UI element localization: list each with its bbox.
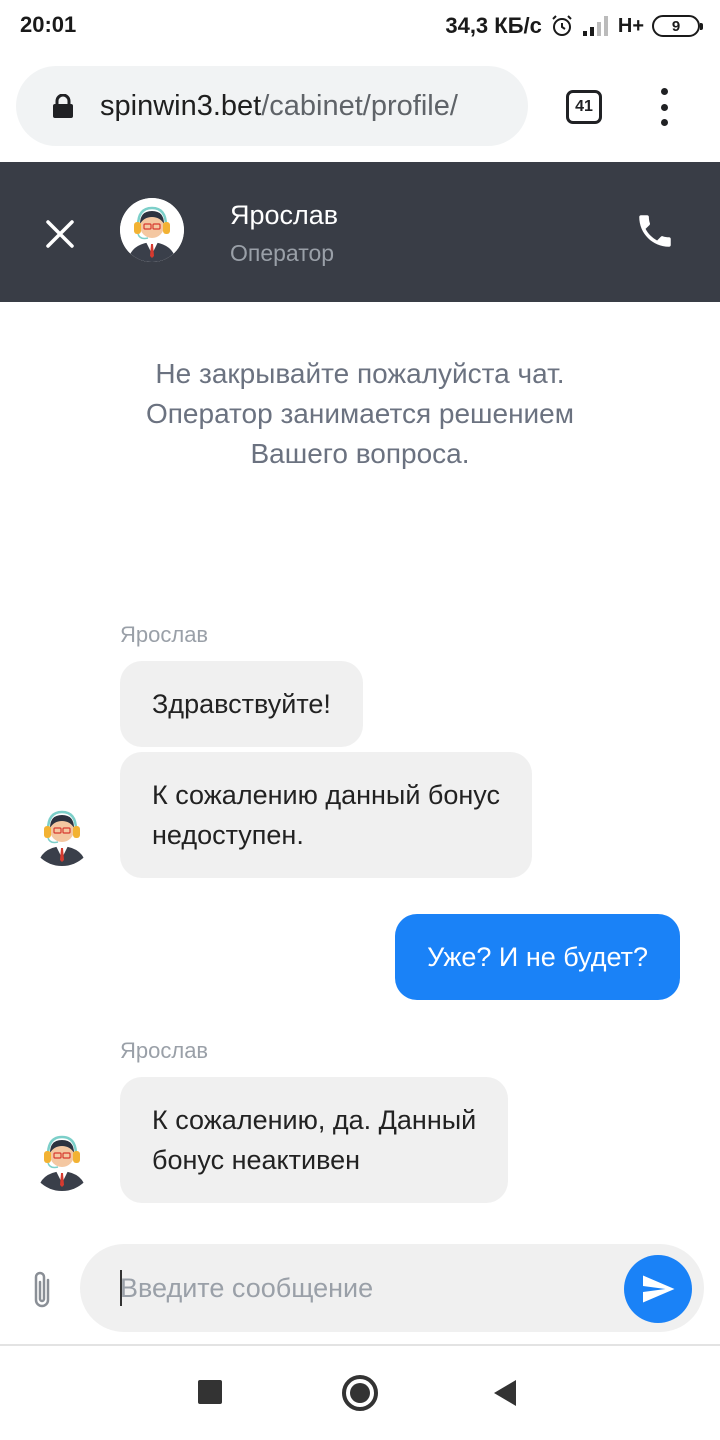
lock-icon (53, 94, 73, 118)
notice-line: Оператор занимается решением (145, 398, 574, 429)
url-text: spinwin3.bet/cabinet/profile/ (100, 90, 458, 123)
status-indicators: 34,3 КБ/с H+ 9 (445, 10, 703, 42)
tab-switcher-button[interactable]: 41 (566, 90, 602, 124)
signal-icon (582, 16, 608, 36)
send-button[interactable] (624, 1255, 692, 1323)
chat-header: Ярослав Оператор (0, 162, 720, 302)
message-sender: Ярослав (120, 1038, 209, 1063)
outgoing-message: Уже? И не будет? (395, 914, 680, 1000)
status-time: 20:01 (20, 12, 77, 37)
notice-line: Не закрывайте пожалуйста чат. (155, 358, 565, 389)
message-text: Уже? И не будет? (427, 941, 648, 972)
phone-icon[interactable] (634, 210, 676, 252)
url-host: spinwin3.bet (100, 89, 262, 122)
message-text: недоступен. (152, 820, 304, 850)
message-text: бонус неактивен (152, 1145, 361, 1175)
operator-avatar-image (30, 802, 94, 866)
status-bar: 20:01 34,3 КБ/с H+ 9 (0, 0, 720, 52)
paperclip-icon[interactable] (26, 1268, 58, 1312)
recent-apps-icon[interactable] (198, 1380, 222, 1404)
message-text: Здравствуйте! (152, 689, 331, 719)
operator-avatar-image (120, 198, 184, 262)
home-icon-dot (350, 1383, 370, 1403)
operator-role: Оператор (230, 240, 335, 266)
menu-dot (660, 88, 668, 95)
operator-avatar (30, 802, 94, 866)
address-bar[interactable]: spinwin3.bet/cabinet/profile/ (16, 66, 528, 146)
notice-line: Вашего вопроса. (250, 438, 470, 469)
battery-icon: 9 (652, 15, 703, 37)
message-sender: Ярослав (120, 622, 209, 647)
incoming-message: Здравствуйте! (120, 661, 363, 747)
close-icon[interactable] (40, 214, 80, 254)
message-text: К сожалению, да. Данный (152, 1105, 477, 1135)
operator-avatar (120, 198, 184, 262)
home-icon[interactable] (342, 1375, 378, 1411)
operator-name: Ярослав (230, 200, 339, 230)
alarm-icon (552, 15, 572, 36)
send-icon (643, 1275, 675, 1303)
text-caret (120, 1270, 122, 1306)
menu-dot (660, 103, 668, 111)
incoming-message: К сожалению данный бонус недоступен. (120, 752, 533, 878)
url-path: /cabinet/profile/ (261, 89, 458, 122)
menu-dot (660, 119, 668, 126)
incoming-message: К сожалению, да. Данный бонус неактивен (120, 1077, 509, 1203)
operator-avatar-image (30, 1127, 94, 1191)
chat-notice: Не закрывайте пожалуйста чат. Оператор з… (60, 354, 660, 474)
network-speed: 34,3 КБ/с (445, 13, 542, 38)
nav-divider (0, 1344, 720, 1346)
network-type: H+ (617, 14, 644, 37)
message-input[interactable] (120, 1266, 600, 1310)
back-icon[interactable] (494, 1380, 516, 1406)
tab-count: 41 (575, 98, 593, 115)
operator-avatar (30, 1127, 94, 1191)
message-text: К сожалению данный бонус (152, 780, 501, 810)
message-composer (80, 1244, 704, 1332)
battery-level: 9 (671, 17, 681, 35)
browser-menu-button[interactable] (654, 88, 674, 126)
